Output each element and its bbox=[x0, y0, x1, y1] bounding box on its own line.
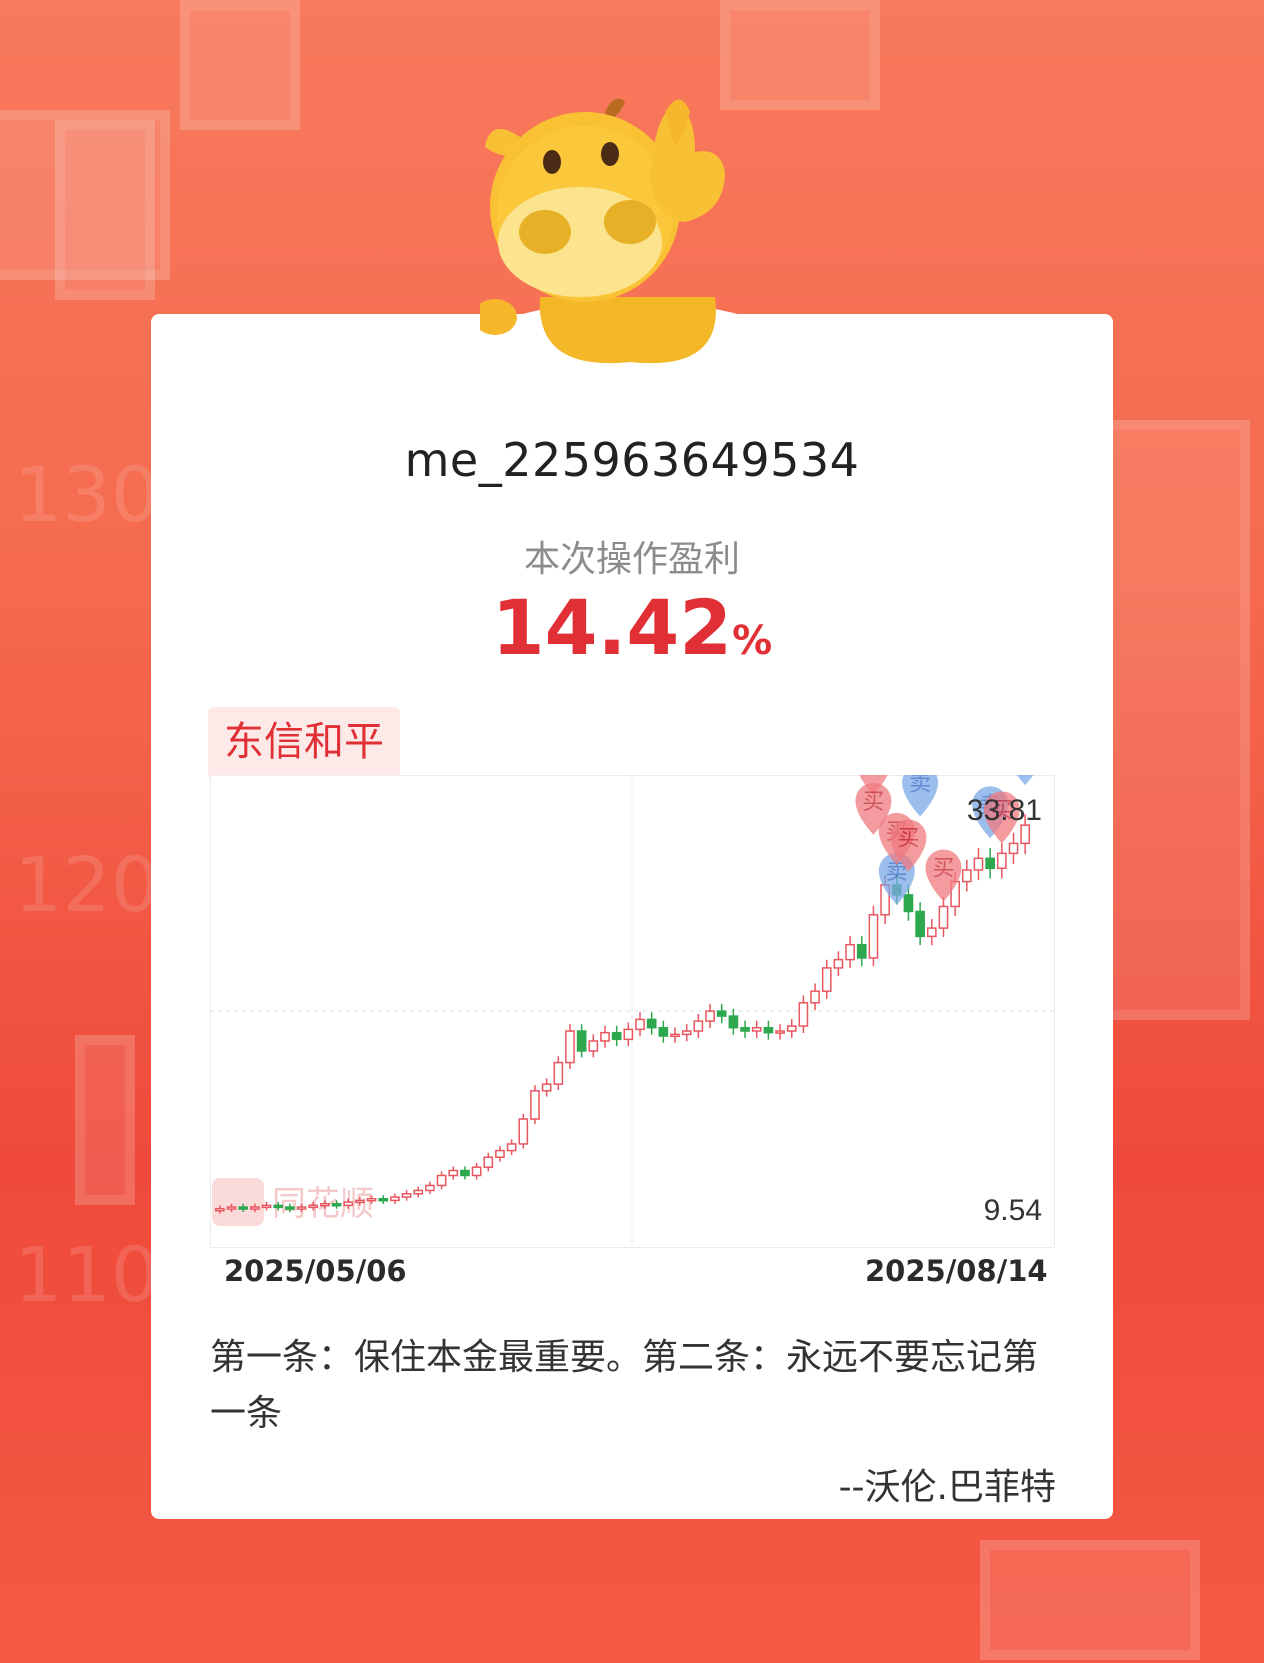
candle-body bbox=[483, 1156, 494, 1168]
candle-body bbox=[576, 1030, 587, 1052]
candle-body bbox=[471, 1166, 482, 1177]
candle-body bbox=[436, 1174, 447, 1187]
candle-body bbox=[600, 1031, 610, 1042]
candle-body bbox=[693, 1020, 704, 1032]
candle-body bbox=[938, 905, 949, 929]
candle-body bbox=[331, 1202, 342, 1207]
candle-body bbox=[425, 1184, 435, 1192]
candle-body bbox=[261, 1204, 272, 1209]
candle-body bbox=[763, 1026, 774, 1034]
stock-name-tag: 东信和平 bbox=[208, 707, 400, 777]
cow-mascot-icon bbox=[480, 98, 780, 367]
candle-body bbox=[845, 943, 855, 961]
quote-text: 第一条：保住本金最重要。第二条：永远不要忘记第一条 bbox=[210, 1337, 1039, 1434]
candle-body bbox=[460, 1169, 470, 1177]
candle-body bbox=[588, 1040, 599, 1052]
bg-candle-decoration bbox=[980, 1540, 1200, 1660]
candle-body bbox=[670, 1033, 680, 1038]
candle-body bbox=[530, 1090, 540, 1120]
candle-body bbox=[926, 927, 937, 938]
candle-body bbox=[786, 1025, 797, 1032]
candle-body bbox=[646, 1018, 657, 1029]
candle-body bbox=[775, 1030, 785, 1034]
candlestick-chart: 同花顺 买买卖卖买买买卖买卖 33.81 9.54 bbox=[210, 775, 1055, 1248]
candle-body bbox=[833, 958, 844, 969]
candle-body bbox=[903, 894, 914, 913]
profit-unit: % bbox=[732, 618, 773, 664]
candle-body bbox=[320, 1202, 330, 1207]
candle-body bbox=[1020, 824, 1030, 845]
candle-body bbox=[495, 1149, 505, 1158]
candle-body bbox=[565, 1030, 575, 1064]
candle-body bbox=[215, 1207, 225, 1212]
candle-body bbox=[226, 1206, 237, 1210]
candle-body bbox=[623, 1028, 634, 1041]
candle-body bbox=[705, 1010, 715, 1022]
x-start-date: 2025/05/06 bbox=[224, 1254, 407, 1288]
bg-axis-label: 130 bbox=[14, 450, 160, 539]
marker-label: 买 bbox=[932, 856, 954, 881]
candle-body bbox=[973, 857, 984, 871]
marker-label: 买 bbox=[897, 826, 919, 851]
profit-percentage: 14.42% bbox=[151, 590, 1113, 666]
candle-body bbox=[238, 1206, 249, 1210]
candle-body bbox=[810, 990, 820, 1004]
candle-body bbox=[985, 857, 995, 870]
profit-value: 14.42 bbox=[491, 583, 733, 672]
bg-axis-label: 110 bbox=[14, 1230, 160, 1319]
candle-body bbox=[448, 1169, 459, 1177]
x-end-date: 2025/08/14 bbox=[865, 1254, 1048, 1288]
candle-body bbox=[378, 1197, 389, 1202]
candle-body bbox=[343, 1201, 354, 1207]
candle-body bbox=[728, 1015, 739, 1029]
bg-candle-decoration bbox=[75, 1035, 135, 1205]
candle-body bbox=[658, 1026, 669, 1037]
candle-body bbox=[716, 1010, 727, 1017]
username: me_225963649534 bbox=[404, 433, 860, 487]
candle-body bbox=[390, 1196, 400, 1202]
candle-body bbox=[401, 1193, 412, 1198]
candle-body bbox=[751, 1026, 762, 1032]
y-min-label: 9.54 bbox=[984, 1194, 1042, 1227]
candle-body bbox=[635, 1018, 645, 1031]
marker-label: 卖 bbox=[909, 775, 931, 796]
candle-body bbox=[868, 914, 879, 959]
candle-body bbox=[308, 1204, 319, 1209]
profit-caption: 本次操作盈利 bbox=[523, 539, 740, 580]
candle-body bbox=[740, 1026, 750, 1032]
candle-body bbox=[915, 910, 925, 938]
candle-body bbox=[413, 1189, 424, 1195]
candle-body bbox=[355, 1199, 365, 1204]
y-max-label: 33.81 bbox=[967, 794, 1042, 827]
candle-body bbox=[821, 967, 832, 992]
quote-author: --沃伦.巴菲特 bbox=[838, 1467, 1056, 1508]
candle-body bbox=[541, 1083, 552, 1092]
candle-body bbox=[1008, 842, 1019, 855]
bg-candle-decoration bbox=[180, 0, 300, 130]
candle-body bbox=[611, 1031, 622, 1041]
candle-body bbox=[296, 1206, 307, 1210]
candle-body bbox=[250, 1206, 260, 1210]
candle-body bbox=[681, 1030, 692, 1036]
candle-body bbox=[366, 1197, 377, 1202]
candle-body bbox=[553, 1061, 564, 1085]
bg-axis-label: 120 bbox=[14, 840, 160, 929]
candle-body bbox=[798, 1002, 809, 1027]
marker-label: 买 bbox=[862, 790, 884, 815]
bg-candle-decoration bbox=[55, 120, 155, 300]
candle-body bbox=[996, 852, 1007, 870]
candle-body bbox=[285, 1206, 295, 1210]
candle-body bbox=[273, 1204, 284, 1209]
candle-body bbox=[961, 869, 972, 883]
candle-body bbox=[518, 1118, 529, 1145]
candle-body bbox=[856, 943, 867, 959]
candle-body bbox=[506, 1143, 517, 1152]
